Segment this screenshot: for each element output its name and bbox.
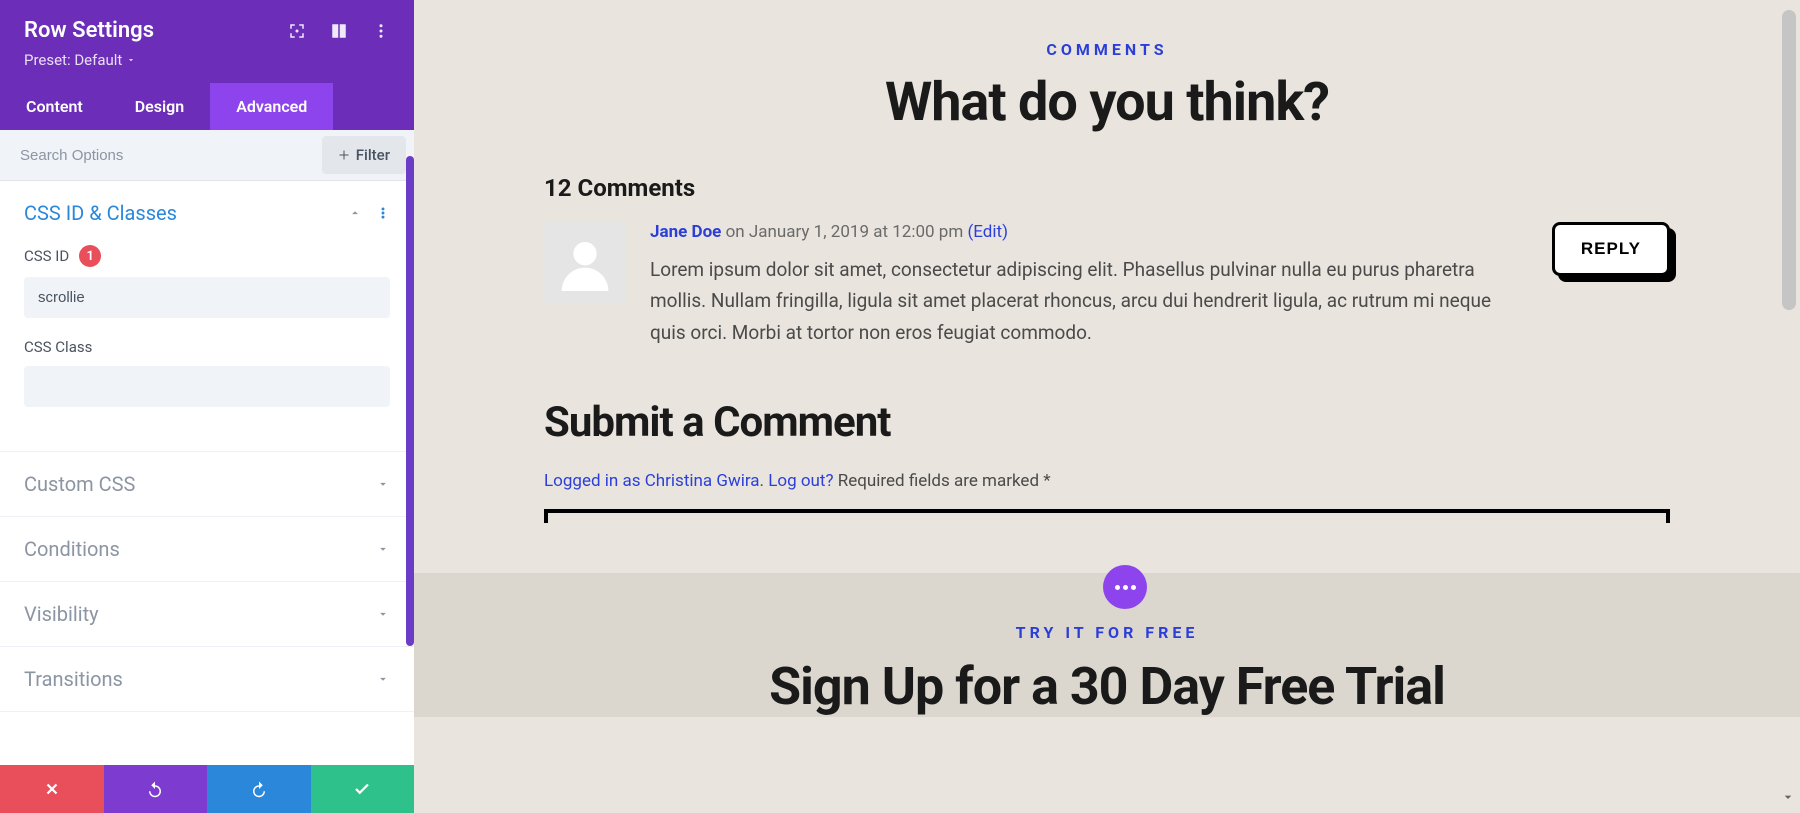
tab-design[interactable]: Design: [109, 83, 210, 130]
sidebar-scrollbar[interactable]: [406, 156, 414, 646]
undo-icon: [146, 780, 164, 798]
comment-date: on January 1, 2019 at 12:00 pm: [726, 222, 964, 242]
section-visibility: Visibility: [0, 582, 414, 647]
trial-section: TRY IT FOR FREE Sign Up for a 30 Day Fre…: [414, 573, 1800, 717]
section-header-visibility[interactable]: Visibility: [0, 582, 414, 646]
plus-icon: [338, 149, 350, 161]
section-header-conditions[interactable]: Conditions: [0, 517, 414, 581]
tab-advanced[interactable]: Advanced: [210, 83, 333, 130]
reply-button[interactable]: REPLY: [1552, 222, 1670, 276]
settings-sidebar: Row Settings Preset: Default Content Des…: [0, 0, 414, 813]
preview-scrollbar[interactable]: [1782, 10, 1796, 310]
tabs: Content Design Advanced: [0, 83, 414, 130]
logout-link[interactable]: Log out?: [768, 471, 833, 491]
comment-text: Lorem ipsum dolor sit amet, consectetur …: [650, 254, 1528, 348]
redo-button[interactable]: [207, 765, 311, 813]
avatar: [544, 222, 626, 304]
required-note: Required fields are marked *: [838, 471, 1051, 491]
logged-in-link[interactable]: Logged in as Christina Gwira: [544, 471, 760, 491]
undo-button[interactable]: [104, 765, 208, 813]
chevron-down-icon: [376, 542, 390, 556]
filter-button[interactable]: Filter: [322, 136, 406, 174]
preview-pane: COMMENTS What do you think? 12 Comments …: [414, 0, 1800, 813]
redo-icon: [250, 780, 268, 798]
section-conditions: Conditions: [0, 517, 414, 582]
submit-comment-title: Submit a Comment: [544, 398, 1670, 447]
chevron-down-icon: [126, 55, 136, 65]
section-title: CSS ID & Classes: [24, 201, 177, 225]
css-id-badge: 1: [79, 245, 101, 267]
save-button[interactable]: [311, 765, 415, 813]
more-vertical-icon[interactable]: [376, 206, 390, 220]
preset-selector[interactable]: Preset: Default: [24, 51, 390, 69]
section-header-css[interactable]: CSS ID & Classes: [0, 181, 414, 245]
section-css-id-classes: CSS ID & Classes CSS ID 1: [0, 181, 414, 452]
chevron-down-icon: [376, 607, 390, 621]
preview-dropdown-icon[interactable]: [1780, 789, 1796, 803]
user-icon: [557, 235, 613, 291]
panel-title: Row Settings: [24, 18, 154, 43]
chevron-down-icon: [376, 672, 390, 686]
comments-title: What do you think?: [544, 71, 1670, 134]
more-horizontal-icon: [1115, 585, 1136, 590]
preset-label: Preset: Default: [24, 51, 122, 69]
comment-author[interactable]: Jane Doe: [650, 222, 721, 242]
trial-title: Sign Up for a 30 Day Free Trial: [414, 656, 1800, 717]
section-title: Custom CSS: [24, 472, 135, 496]
section-title: Transitions: [24, 667, 123, 691]
chevron-down-icon: [376, 477, 390, 491]
comment-edit-link[interactable]: (Edit): [967, 222, 1008, 242]
focus-icon[interactable]: [288, 22, 306, 40]
section-custom-css: Custom CSS: [0, 452, 414, 517]
trial-label: TRY IT FOR FREE: [414, 623, 1800, 642]
fab-button[interactable]: [1103, 565, 1147, 609]
tab-content[interactable]: Content: [0, 83, 109, 130]
css-id-input[interactable]: [24, 277, 390, 318]
check-icon: [353, 780, 371, 798]
comments-label: COMMENTS: [544, 40, 1670, 59]
chevron-up-icon: [348, 206, 362, 220]
bottom-actions: [0, 765, 414, 813]
comment-textarea-top[interactable]: [544, 509, 1670, 513]
panel-header: Row Settings Preset: Default: [0, 0, 414, 83]
css-class-input[interactable]: [24, 366, 390, 407]
comment-meta: Jane Doe on January 1, 2019 at 12:00 pm …: [650, 222, 1528, 242]
close-icon: [43, 780, 61, 798]
comments-count: 12 Comments: [544, 174, 1670, 202]
section-title: Conditions: [24, 537, 120, 561]
columns-icon[interactable]: [330, 22, 348, 40]
section-header-custom-css[interactable]: Custom CSS: [0, 452, 414, 516]
section-header-transitions[interactable]: Transitions: [0, 647, 414, 711]
filter-label: Filter: [356, 146, 390, 164]
section-transitions: Transitions: [0, 647, 414, 712]
search-bar: Filter: [0, 130, 414, 181]
search-input[interactable]: [0, 133, 314, 178]
more-vertical-icon[interactable]: [372, 22, 390, 40]
css-class-label: CSS Class: [24, 338, 390, 356]
section-title: Visibility: [24, 602, 99, 626]
cancel-button[interactable]: [0, 765, 104, 813]
css-id-label: CSS ID 1: [24, 245, 390, 267]
submit-meta: Logged in as Christina Gwira. Log out? R…: [544, 471, 1670, 491]
comment-item: Jane Doe on January 1, 2019 at 12:00 pm …: [544, 222, 1670, 348]
sections-list: CSS ID & Classes CSS ID 1: [0, 181, 414, 765]
